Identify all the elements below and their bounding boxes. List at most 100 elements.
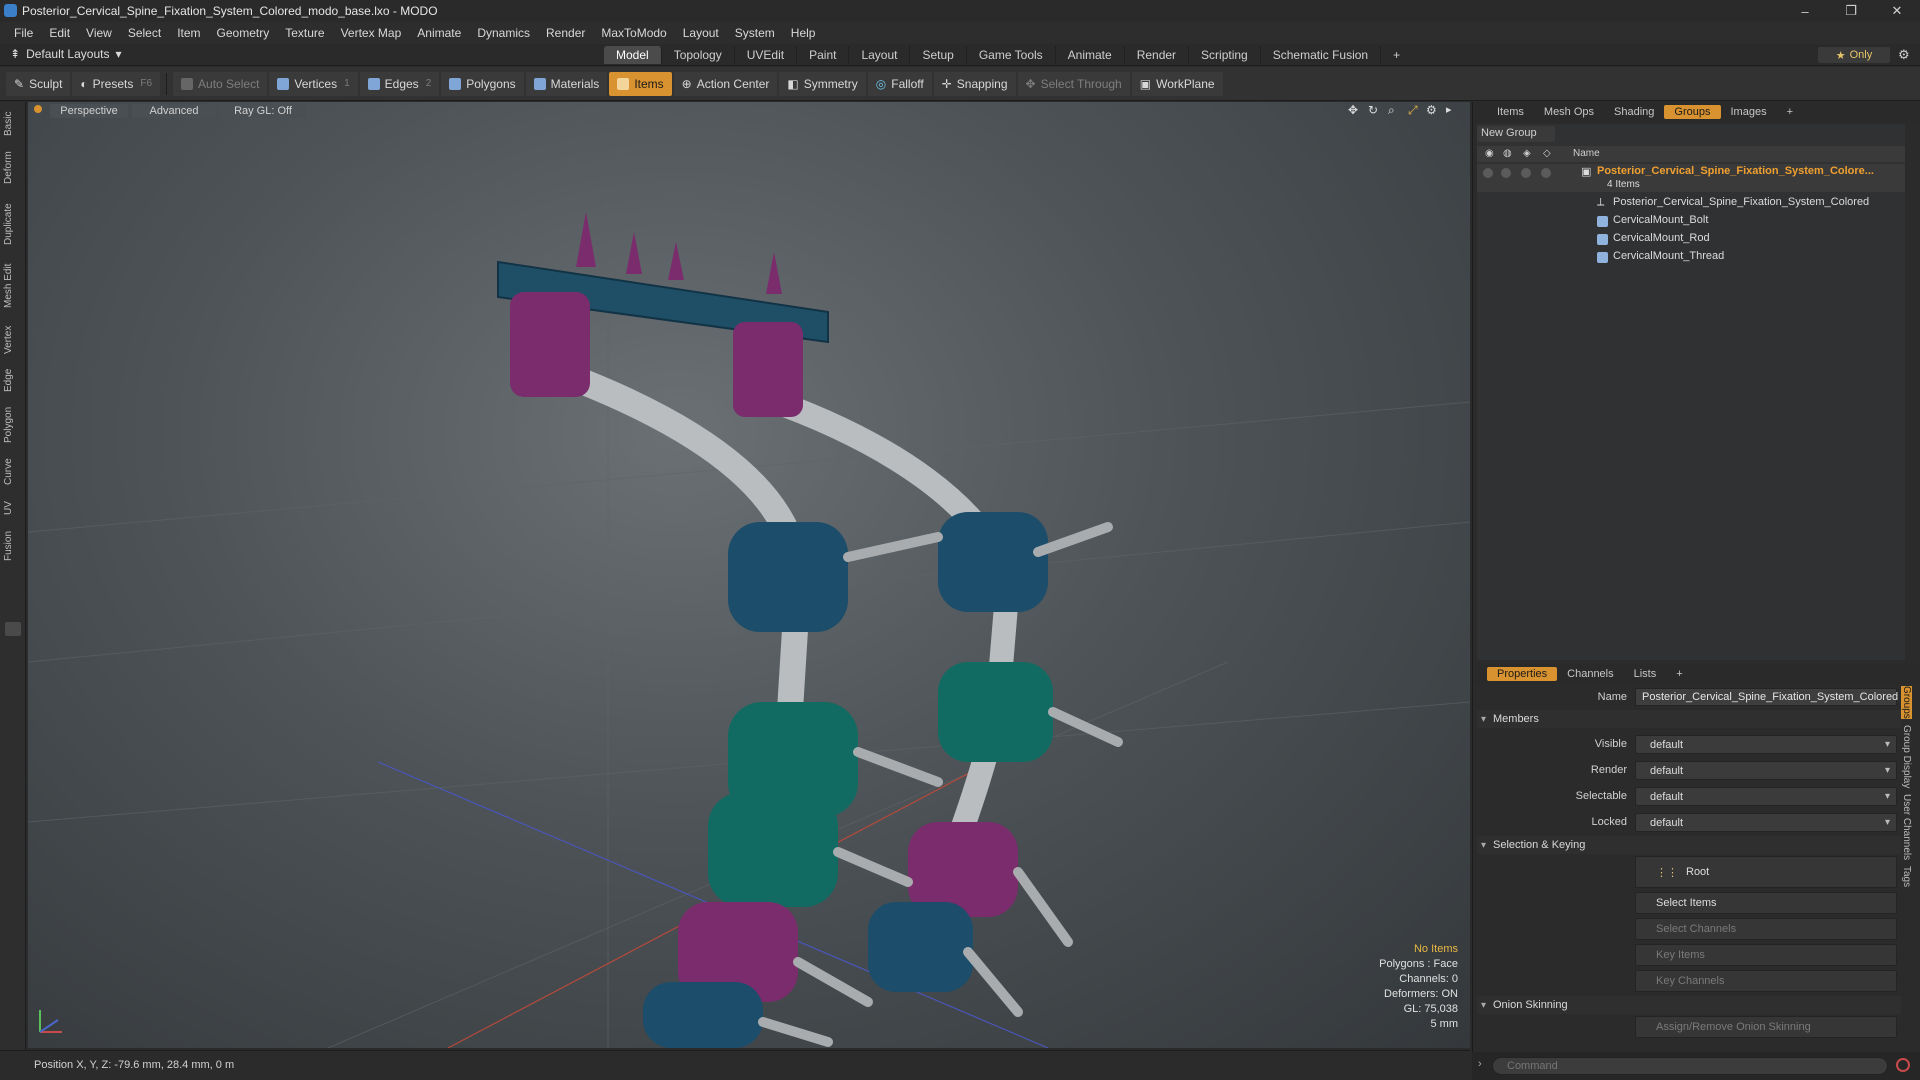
- tab-layout[interactable]: Layout: [849, 46, 911, 64]
- selection-keying-section[interactable]: Selection & Keying: [1477, 836, 1901, 854]
- stop-icon[interactable]: [1896, 1058, 1910, 1072]
- edges-button[interactable]: Edges 2: [359, 71, 440, 96]
- add-tab-button[interactable]: +: [1381, 46, 1412, 64]
- tab-scripting[interactable]: Scripting: [1189, 46, 1261, 64]
- workplane-button[interactable]: ▣ WorkPlane: [1131, 71, 1223, 96]
- menu-animate[interactable]: Animate: [409, 26, 469, 40]
- tab-game-tools[interactable]: Game Tools: [967, 46, 1056, 64]
- vtab-groups[interactable]: Groups: [1901, 686, 1912, 719]
- items-button[interactable]: Items: [609, 71, 672, 96]
- visible-dropdown[interactable]: default: [1635, 735, 1897, 754]
- menu-select[interactable]: Select: [120, 26, 169, 40]
- select-items-button[interactable]: Select Items: [1635, 892, 1897, 914]
- 3d-viewport[interactable]: Perspective Advanced Ray GL: Off ✥ ↻ ⌕ ⤢…: [28, 102, 1470, 1048]
- menu-file[interactable]: File: [6, 26, 41, 40]
- panel-toggle-button[interactable]: [5, 622, 21, 636]
- falloff-button[interactable]: ◎ Falloff: [867, 71, 932, 96]
- materials-button[interactable]: Materials: [525, 71, 608, 96]
- render-dropdown[interactable]: default: [1635, 761, 1897, 780]
- group-row[interactable]: ▣ Posterior_Cervical_Spine_Fixation_Syst…: [1477, 164, 1905, 192]
- minimize-button[interactable]: –: [1782, 0, 1828, 22]
- members-section[interactable]: Members: [1477, 710, 1901, 728]
- auto-select-button[interactable]: Auto Select: [173, 71, 268, 96]
- vtab-user-channels[interactable]: User Channels: [1901, 794, 1912, 860]
- tab-setup[interactable]: Setup: [910, 46, 967, 64]
- key-items-button[interactable]: Key Items: [1635, 944, 1897, 966]
- vtab-group-display[interactable]: Group Display: [1901, 725, 1912, 788]
- add-props-tab-button[interactable]: +: [1666, 667, 1692, 681]
- tab-uvedit[interactable]: UVEdit: [735, 46, 798, 64]
- left-tab-curve[interactable]: Curve: [3, 454, 23, 490]
- list-item[interactable]: CervicalMount_Thread: [1477, 248, 1905, 266]
- list-item[interactable]: CervicalMount_Rod: [1477, 230, 1905, 248]
- tab-properties[interactable]: Properties: [1487, 667, 1558, 681]
- command-input[interactable]: [1492, 1057, 1888, 1075]
- sculpt-button[interactable]: ✎ Sculpt: [6, 71, 71, 96]
- tab-images[interactable]: Images: [1721, 105, 1777, 119]
- menu-dynamics[interactable]: Dynamics: [469, 26, 538, 40]
- polygons-button[interactable]: Polygons: [441, 71, 524, 96]
- new-group-button[interactable]: New Group: [1477, 126, 1555, 142]
- layouts-label: Default Layouts: [26, 47, 110, 61]
- tab-channels[interactable]: Channels: [1557, 667, 1623, 681]
- tab-groups[interactable]: Groups: [1664, 105, 1721, 119]
- add-panel-tab-button[interactable]: +: [1777, 105, 1803, 119]
- tab-schematic-fusion[interactable]: Schematic Fusion: [1261, 46, 1382, 64]
- gear-icon[interactable]: ⚙: [1898, 47, 1910, 63]
- layouts-dropdown[interactable]: ⇞ Default Layouts ▾: [10, 47, 121, 61]
- select-through-button[interactable]: ✥ Select Through: [1017, 71, 1130, 96]
- tab-render[interactable]: Render: [1125, 46, 1190, 64]
- locked-dropdown[interactable]: default: [1635, 813, 1897, 832]
- menu-item[interactable]: Item: [169, 26, 208, 40]
- restore-button[interactable]: ❐: [1828, 0, 1874, 22]
- tab-lists[interactable]: Lists: [1624, 667, 1667, 681]
- menu-maxtomodo[interactable]: MaxToModo: [593, 26, 674, 40]
- left-tab-uv[interactable]: UV: [3, 496, 23, 520]
- tab-model[interactable]: Model: [604, 46, 662, 64]
- menu-help[interactable]: Help: [783, 26, 824, 40]
- menu-layout[interactable]: Layout: [675, 26, 727, 40]
- window-title: Posterior_Cervical_Spine_Fixation_System…: [22, 4, 438, 18]
- left-tab-vertex[interactable]: Vertex: [3, 320, 23, 360]
- list-item[interactable]: ⟂ Posterior_Cervical_Spine_Fixation_Syste…: [1477, 194, 1905, 212]
- select-channels-button[interactable]: Select Channels: [1635, 918, 1897, 940]
- menu-texture[interactable]: Texture: [277, 26, 332, 40]
- left-tab-basic[interactable]: Basic: [3, 108, 23, 140]
- left-tab-fusion[interactable]: Fusion: [3, 526, 23, 566]
- snapping-button[interactable]: ✛ Snapping: [933, 71, 1016, 96]
- left-tab-polygon[interactable]: Polygon: [3, 402, 23, 448]
- key-channels-button[interactable]: Key Channels: [1635, 970, 1897, 992]
- sculpt-label: Sculpt: [29, 76, 63, 91]
- root-button[interactable]: ⋮⋮ Root: [1635, 856, 1897, 888]
- list-item[interactable]: CervicalMount_Bolt: [1477, 212, 1905, 230]
- tab-topology[interactable]: Topology: [662, 46, 735, 64]
- tab-items[interactable]: Items: [1487, 105, 1534, 119]
- auto-select-label: Auto Select: [198, 76, 260, 91]
- vertices-button[interactable]: Vertices 1: [269, 71, 358, 96]
- group-name: Posterior_Cervical_Spine_Fixation_System…: [1597, 165, 1874, 177]
- left-tab-mesh-edit[interactable]: Mesh Edit: [3, 258, 23, 314]
- menu-system[interactable]: System: [727, 26, 783, 40]
- left-tab-edge[interactable]: Edge: [3, 364, 23, 396]
- tab-mesh-ops[interactable]: Mesh Ops: [1534, 105, 1604, 119]
- left-tab-deform[interactable]: Deform: [3, 146, 23, 190]
- onion-skinning-section[interactable]: Onion Skinning: [1477, 996, 1901, 1014]
- vtab-tags[interactable]: Tags: [1901, 866, 1912, 887]
- menu-edit[interactable]: Edit: [41, 26, 78, 40]
- tab-shading[interactable]: Shading: [1604, 105, 1664, 119]
- menu-geometry[interactable]: Geometry: [209, 26, 278, 40]
- symmetry-button[interactable]: ◧ Symmetry: [779, 71, 866, 96]
- menu-vertex-map[interactable]: Vertex Map: [333, 26, 410, 40]
- close-button[interactable]: ✕: [1874, 0, 1920, 22]
- assign-onion-button[interactable]: Assign/Remove Onion Skinning: [1635, 1016, 1897, 1038]
- tab-animate[interactable]: Animate: [1056, 46, 1125, 64]
- selectable-dropdown[interactable]: default: [1635, 787, 1897, 806]
- name-field[interactable]: Posterior_Cervical_Spine_Fixation_System…: [1635, 688, 1898, 706]
- action-center-button[interactable]: ⊕ Action Center: [673, 71, 778, 96]
- tab-paint[interactable]: Paint: [797, 46, 850, 64]
- presets-button[interactable]: ◐ Presets F6: [72, 71, 161, 96]
- menu-view[interactable]: View: [78, 26, 120, 40]
- menu-render[interactable]: Render: [538, 26, 593, 40]
- only-button[interactable]: ★ Only: [1818, 47, 1890, 63]
- left-tab-duplicate[interactable]: Duplicate: [3, 196, 23, 252]
